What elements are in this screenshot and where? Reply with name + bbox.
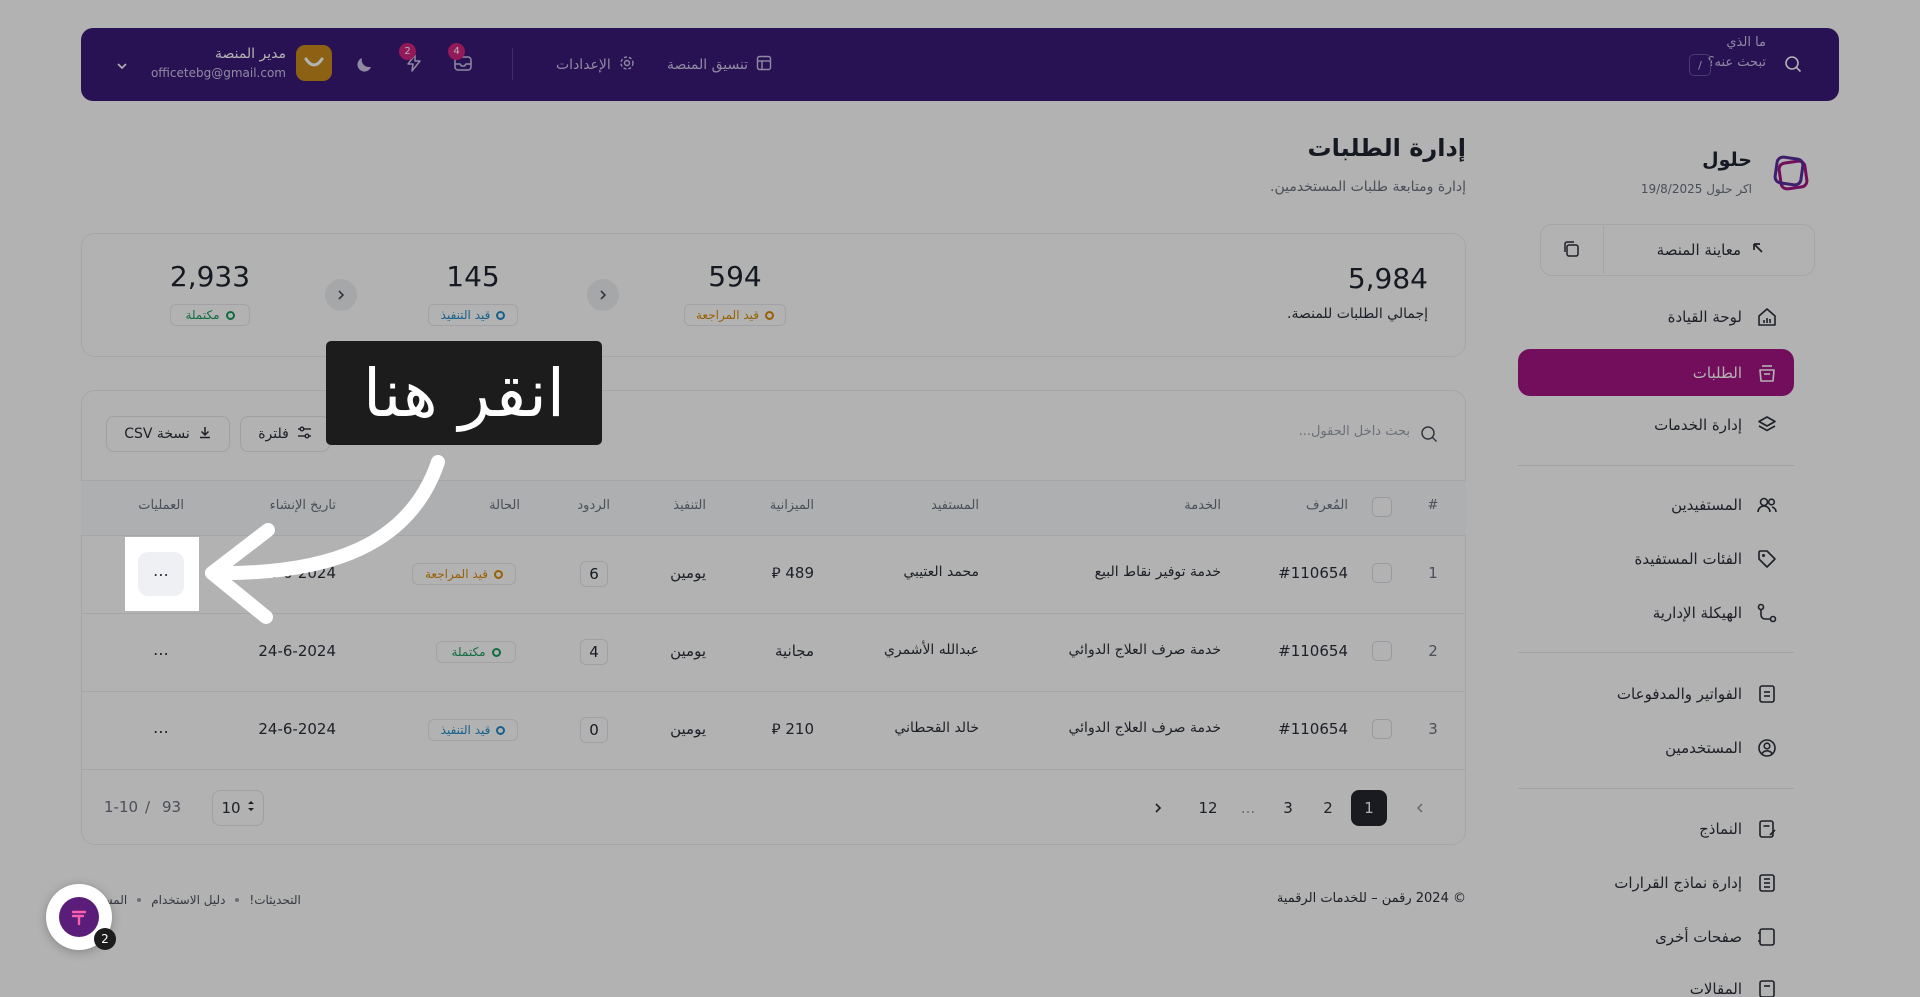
tutorial-arrow [205, 455, 445, 624]
chat-logo-icon [59, 897, 99, 937]
chat-unread-badge: 2 [94, 928, 116, 950]
